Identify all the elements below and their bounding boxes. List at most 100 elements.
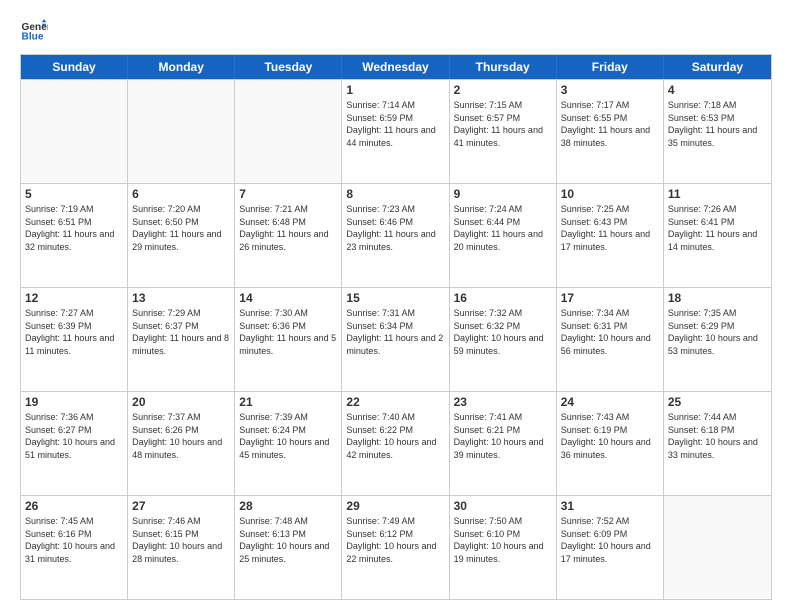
- cal-cell-4-1: 27 Sunrise: 7:46 AMSunset: 6:15 PMDaylig…: [128, 496, 235, 599]
- cal-row-2: 12 Sunrise: 7:27 AMSunset: 6:39 PMDaylig…: [21, 287, 771, 391]
- cal-cell-3-0: 19 Sunrise: 7:36 AMSunset: 6:27 PMDaylig…: [21, 392, 128, 495]
- day-number: 10: [561, 187, 659, 201]
- cell-info: Sunrise: 7:40 AMSunset: 6:22 PMDaylight:…: [346, 411, 444, 461]
- cal-cell-1-0: 5 Sunrise: 7:19 AMSunset: 6:51 PMDayligh…: [21, 184, 128, 287]
- cal-cell-1-6: 11 Sunrise: 7:26 AMSunset: 6:41 PMDaylig…: [664, 184, 771, 287]
- cell-info: Sunrise: 7:48 AMSunset: 6:13 PMDaylight:…: [239, 515, 337, 565]
- cell-info: Sunrise: 7:17 AMSunset: 6:55 PMDaylight:…: [561, 99, 659, 149]
- header-saturday: Saturday: [664, 55, 771, 79]
- cal-cell-1-5: 10 Sunrise: 7:25 AMSunset: 6:43 PMDaylig…: [557, 184, 664, 287]
- day-number: 27: [132, 499, 230, 513]
- cal-cell-4-4: 30 Sunrise: 7:50 AMSunset: 6:10 PMDaylig…: [450, 496, 557, 599]
- header-wednesday: Wednesday: [342, 55, 449, 79]
- cell-info: Sunrise: 7:27 AMSunset: 6:39 PMDaylight:…: [25, 307, 123, 357]
- day-number: 7: [239, 187, 337, 201]
- cal-cell-0-2: [235, 80, 342, 183]
- cell-info: Sunrise: 7:41 AMSunset: 6:21 PMDaylight:…: [454, 411, 552, 461]
- cal-cell-4-2: 28 Sunrise: 7:48 AMSunset: 6:13 PMDaylig…: [235, 496, 342, 599]
- cal-cell-3-3: 22 Sunrise: 7:40 AMSunset: 6:22 PMDaylig…: [342, 392, 449, 495]
- cal-cell-1-3: 8 Sunrise: 7:23 AMSunset: 6:46 PMDayligh…: [342, 184, 449, 287]
- day-number: 26: [25, 499, 123, 513]
- cal-cell-0-5: 3 Sunrise: 7:17 AMSunset: 6:55 PMDayligh…: [557, 80, 664, 183]
- cal-cell-3-6: 25 Sunrise: 7:44 AMSunset: 6:18 PMDaylig…: [664, 392, 771, 495]
- cell-info: Sunrise: 7:24 AMSunset: 6:44 PMDaylight:…: [454, 203, 552, 253]
- day-number: 4: [668, 83, 767, 97]
- cal-cell-1-2: 7 Sunrise: 7:21 AMSunset: 6:48 PMDayligh…: [235, 184, 342, 287]
- day-number: 22: [346, 395, 444, 409]
- day-number: 28: [239, 499, 337, 513]
- day-number: 14: [239, 291, 337, 305]
- cell-info: Sunrise: 7:46 AMSunset: 6:15 PMDaylight:…: [132, 515, 230, 565]
- calendar: Sunday Monday Tuesday Wednesday Thursday…: [20, 54, 772, 600]
- cal-cell-3-1: 20 Sunrise: 7:37 AMSunset: 6:26 PMDaylig…: [128, 392, 235, 495]
- cal-cell-2-5: 17 Sunrise: 7:34 AMSunset: 6:31 PMDaylig…: [557, 288, 664, 391]
- day-number: 1: [346, 83, 444, 97]
- cell-info: Sunrise: 7:49 AMSunset: 6:12 PMDaylight:…: [346, 515, 444, 565]
- logo: General Blue: [20, 16, 52, 44]
- header-friday: Friday: [557, 55, 664, 79]
- day-number: 30: [454, 499, 552, 513]
- header-monday: Monday: [128, 55, 235, 79]
- logo-icon: General Blue: [20, 16, 48, 44]
- cell-info: Sunrise: 7:18 AMSunset: 6:53 PMDaylight:…: [668, 99, 767, 149]
- cal-cell-4-3: 29 Sunrise: 7:49 AMSunset: 6:12 PMDaylig…: [342, 496, 449, 599]
- header-tuesday: Tuesday: [235, 55, 342, 79]
- cal-cell-0-3: 1 Sunrise: 7:14 AMSunset: 6:59 PMDayligh…: [342, 80, 449, 183]
- cal-cell-4-6: [664, 496, 771, 599]
- cell-info: Sunrise: 7:35 AMSunset: 6:29 PMDaylight:…: [668, 307, 767, 357]
- cal-cell-2-4: 16 Sunrise: 7:32 AMSunset: 6:32 PMDaylig…: [450, 288, 557, 391]
- cal-cell-4-0: 26 Sunrise: 7:45 AMSunset: 6:16 PMDaylig…: [21, 496, 128, 599]
- cell-info: Sunrise: 7:34 AMSunset: 6:31 PMDaylight:…: [561, 307, 659, 357]
- cell-info: Sunrise: 7:29 AMSunset: 6:37 PMDaylight:…: [132, 307, 230, 357]
- day-number: 31: [561, 499, 659, 513]
- day-number: 6: [132, 187, 230, 201]
- cal-cell-2-2: 14 Sunrise: 7:30 AMSunset: 6:36 PMDaylig…: [235, 288, 342, 391]
- day-number: 5: [25, 187, 123, 201]
- cal-row-0: 1 Sunrise: 7:14 AMSunset: 6:59 PMDayligh…: [21, 79, 771, 183]
- cal-cell-2-0: 12 Sunrise: 7:27 AMSunset: 6:39 PMDaylig…: [21, 288, 128, 391]
- day-number: 29: [346, 499, 444, 513]
- cal-cell-4-5: 31 Sunrise: 7:52 AMSunset: 6:09 PMDaylig…: [557, 496, 664, 599]
- cal-cell-0-4: 2 Sunrise: 7:15 AMSunset: 6:57 PMDayligh…: [450, 80, 557, 183]
- cal-cell-2-1: 13 Sunrise: 7:29 AMSunset: 6:37 PMDaylig…: [128, 288, 235, 391]
- day-number: 19: [25, 395, 123, 409]
- cell-info: Sunrise: 7:20 AMSunset: 6:50 PMDaylight:…: [132, 203, 230, 253]
- cal-cell-3-2: 21 Sunrise: 7:39 AMSunset: 6:24 PMDaylig…: [235, 392, 342, 495]
- calendar-header: Sunday Monday Tuesday Wednesday Thursday…: [21, 55, 771, 79]
- cell-info: Sunrise: 7:36 AMSunset: 6:27 PMDaylight:…: [25, 411, 123, 461]
- day-number: 24: [561, 395, 659, 409]
- day-number: 3: [561, 83, 659, 97]
- cal-cell-2-6: 18 Sunrise: 7:35 AMSunset: 6:29 PMDaylig…: [664, 288, 771, 391]
- day-number: 15: [346, 291, 444, 305]
- page: General Blue Sunday Monday Tuesday Wedne…: [0, 0, 792, 612]
- header-sunday: Sunday: [21, 55, 128, 79]
- cell-info: Sunrise: 7:25 AMSunset: 6:43 PMDaylight:…: [561, 203, 659, 253]
- day-number: 12: [25, 291, 123, 305]
- day-number: 8: [346, 187, 444, 201]
- day-number: 20: [132, 395, 230, 409]
- day-number: 18: [668, 291, 767, 305]
- cal-row-3: 19 Sunrise: 7:36 AMSunset: 6:27 PMDaylig…: [21, 391, 771, 495]
- cal-cell-0-6: 4 Sunrise: 7:18 AMSunset: 6:53 PMDayligh…: [664, 80, 771, 183]
- cal-cell-1-1: 6 Sunrise: 7:20 AMSunset: 6:50 PMDayligh…: [128, 184, 235, 287]
- cal-row-4: 26 Sunrise: 7:45 AMSunset: 6:16 PMDaylig…: [21, 495, 771, 599]
- cal-cell-3-5: 24 Sunrise: 7:43 AMSunset: 6:19 PMDaylig…: [557, 392, 664, 495]
- cell-info: Sunrise: 7:31 AMSunset: 6:34 PMDaylight:…: [346, 307, 444, 357]
- cell-info: Sunrise: 7:30 AMSunset: 6:36 PMDaylight:…: [239, 307, 337, 357]
- svg-text:Blue: Blue: [22, 31, 44, 42]
- day-number: 2: [454, 83, 552, 97]
- cell-info: Sunrise: 7:39 AMSunset: 6:24 PMDaylight:…: [239, 411, 337, 461]
- cell-info: Sunrise: 7:32 AMSunset: 6:32 PMDaylight:…: [454, 307, 552, 357]
- header-thursday: Thursday: [450, 55, 557, 79]
- cal-row-1: 5 Sunrise: 7:19 AMSunset: 6:51 PMDayligh…: [21, 183, 771, 287]
- cell-info: Sunrise: 7:23 AMSunset: 6:46 PMDaylight:…: [346, 203, 444, 253]
- cal-cell-0-1: [128, 80, 235, 183]
- cell-info: Sunrise: 7:19 AMSunset: 6:51 PMDaylight:…: [25, 203, 123, 253]
- cal-cell-2-3: 15 Sunrise: 7:31 AMSunset: 6:34 PMDaylig…: [342, 288, 449, 391]
- cell-info: Sunrise: 7:14 AMSunset: 6:59 PMDaylight:…: [346, 99, 444, 149]
- cell-info: Sunrise: 7:45 AMSunset: 6:16 PMDaylight:…: [25, 515, 123, 565]
- day-number: 25: [668, 395, 767, 409]
- day-number: 21: [239, 395, 337, 409]
- cell-info: Sunrise: 7:37 AMSunset: 6:26 PMDaylight:…: [132, 411, 230, 461]
- calendar-body: 1 Sunrise: 7:14 AMSunset: 6:59 PMDayligh…: [21, 79, 771, 599]
